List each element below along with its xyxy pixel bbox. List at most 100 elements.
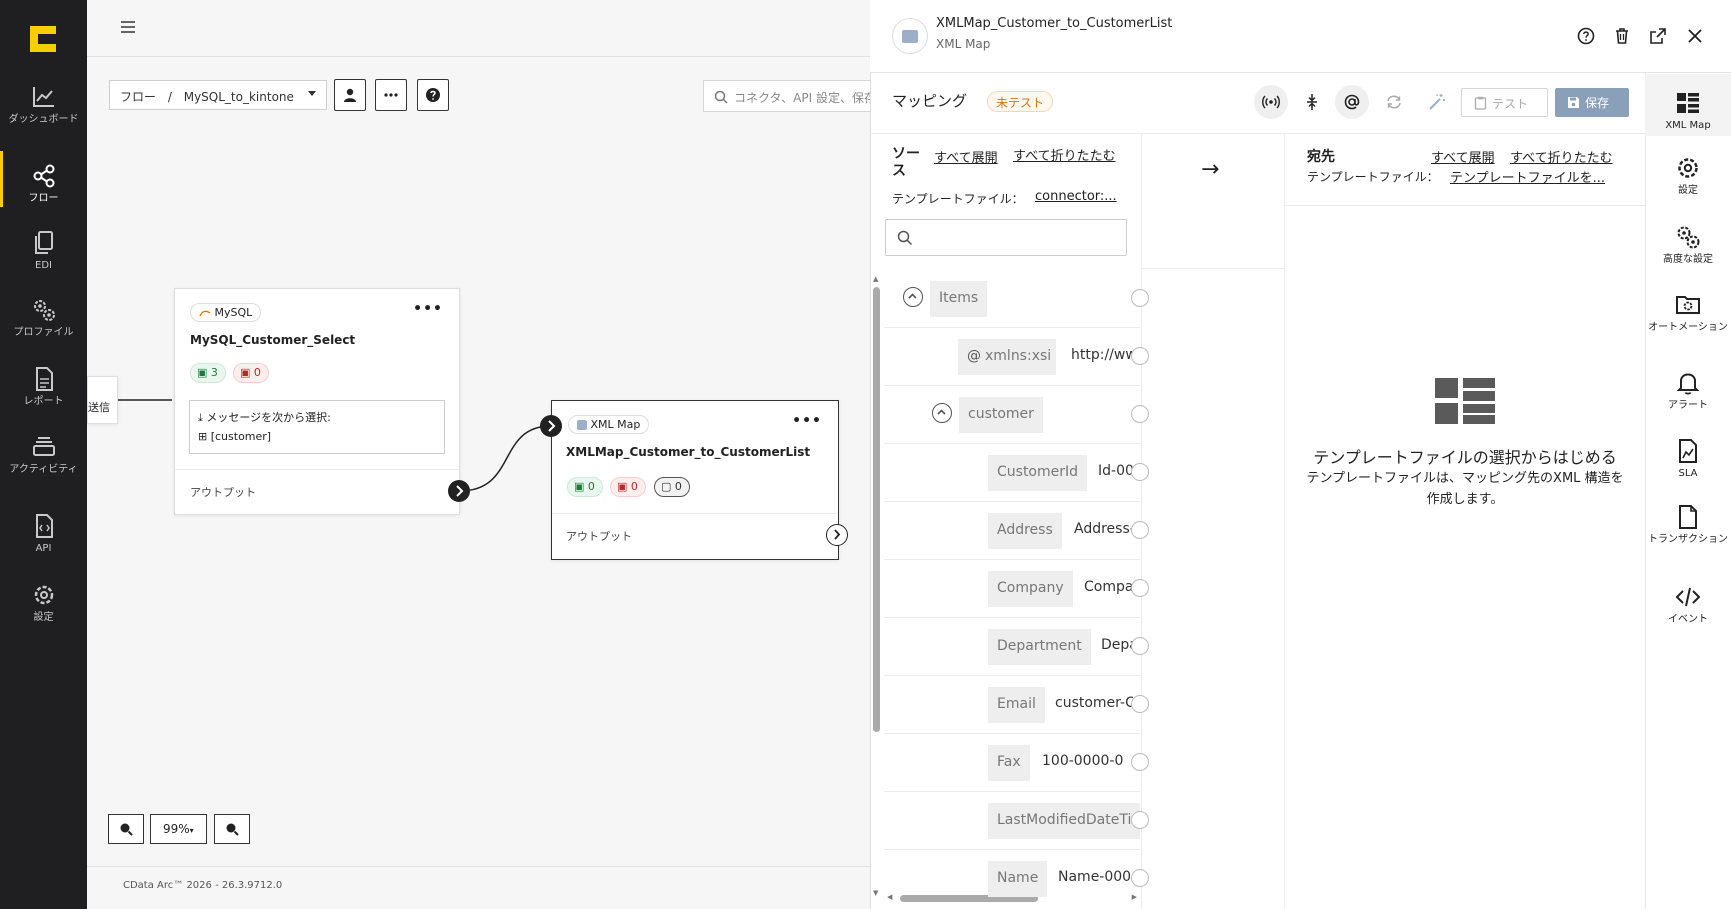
tree-row-email[interactable]: Email customer-C [884,676,1149,734]
tree-row-xmlns-xsi[interactable]: @ xmlns:xsi http://ww [884,328,1149,386]
tree-tag[interactable]: Email [988,687,1045,723]
flow-breadcrumb[interactable]: フロー / MySQL_to_kintone [109,80,327,110]
attribute-button[interactable] [1335,85,1369,119]
tree-tag[interactable]: Company [988,571,1073,607]
source-vertical-scrollbar[interactable]: ▲ ▼ [872,275,880,897]
tree-row-items[interactable]: Items [884,270,1149,328]
mysql-output-port[interactable] [448,480,470,502]
save-button[interactable]: 保存 [1555,88,1629,117]
success-count-badge[interactable]: ▣ 0 [567,477,603,497]
nav-item-edi[interactable]: EDI [0,230,87,292]
tree-row-company[interactable]: Company Compa [884,560,1149,618]
rail-item-sla[interactable]: SLA [1645,438,1731,479]
map-radio[interactable] [1131,347,1149,365]
error-count-badge[interactable]: ▣ 0 [233,363,269,383]
collapse-vertical-button[interactable] [1295,85,1329,119]
source-collapse-all-link[interactable]: すべて折りたたむ [1013,147,1135,167]
map-radio[interactable] [1131,869,1149,887]
breadcrumb-flow-name[interactable]: MySQL_to_kintone [184,90,294,104]
tree-tag[interactable]: Name [988,861,1048,897]
help-button[interactable] [417,79,449,111]
nav-item-flow[interactable]: フロー [0,151,87,225]
destination-expand-all-link[interactable]: すべて展開 [1431,147,1495,166]
breadcrumb-root[interactable]: フロー [120,90,156,104]
open-external-icon[interactable] [1647,25,1669,47]
source-search-input[interactable] [885,219,1127,256]
nav-item-api[interactable]: API [0,513,87,575]
rail-item-settings[interactable]: 設定 [1645,155,1731,196]
canvas-search-input[interactable]: コネクタ、API 設定、保存 [703,80,870,112]
broadcast-button[interactable] [1254,85,1288,119]
source-expand-all-link[interactable]: すべて展開 [934,147,998,166]
map-radio[interactable] [1131,405,1149,423]
error-count-badge[interactable]: ▣ 0 [610,477,646,497]
input-selector[interactable]: ⤓ メッセージを次から選択: ⊞ [customer] [189,400,445,454]
pending-count-badge[interactable]: ▢ 0 [654,477,690,497]
more-options-button[interactable] [375,79,407,111]
xml-output-port[interactable] [826,524,848,546]
node-mysql[interactable]: MySQL ••• MySQL_Customer_Select ▣ 3 ▣ 0 … [174,288,460,515]
tree-tag[interactable]: Items [930,281,988,317]
nav-item-profile[interactable]: プロファイル [0,297,87,359]
refresh-button[interactable] [1377,85,1411,119]
destination-template-link[interactable]: テンプレートファイルを... [1450,167,1618,186]
node-xml-map[interactable]: XML Map ••• XMLMap_Customer_to_CustomerL… [551,400,839,560]
map-radio[interactable] [1131,811,1149,829]
map-radio[interactable] [1131,637,1149,655]
node-menu-icon[interactable]: ••• [792,413,822,429]
node-menu-icon[interactable]: ••• [413,301,443,317]
hamburger-menu-icon[interactable] [120,19,136,35]
help-icon[interactable] [1575,25,1597,47]
user-button[interactable] [334,79,366,111]
partial-node-send[interactable]: 送信 [87,376,118,424]
scroll-up-arrow-icon[interactable]: ▲ [873,275,878,283]
nav-item-settings[interactable]: 設定 [0,582,87,644]
tree-tag[interactable]: LastModifiedDateTim [988,803,1140,839]
tree-row-lastmodified[interactable]: LastModifiedDateTim [884,792,1149,850]
map-radio[interactable] [1131,753,1149,771]
tree-tag[interactable]: Address [988,513,1062,549]
map-radio[interactable] [1131,289,1149,307]
collapse-toggle-icon[interactable] [903,287,923,307]
rail-item-events[interactable]: イベント [1645,584,1731,625]
map-radio[interactable] [1131,579,1149,597]
tree-row-address[interactable]: Address Address- [884,502,1149,560]
tree-tag[interactable]: Department [988,629,1091,665]
rail-item-transaction[interactable]: トランザクション [1645,504,1731,545]
tree-tag[interactable]: CustomerId [988,455,1088,491]
auto-map-button[interactable] [1420,85,1454,119]
folder-gear-icon [1676,296,1700,314]
scrollbar-thumb[interactable] [873,287,880,732]
rail-item-advanced-settings[interactable]: 高度な設定 [1645,224,1731,265]
tree-row-fax[interactable]: Fax 100-0000-0 [884,734,1149,792]
trash-icon[interactable] [1611,25,1633,47]
collapse-toggle-icon[interactable] [932,403,952,423]
destination-collapse-all-link[interactable]: すべて折りたたむ [1510,147,1613,166]
cdata-logo[interactable] [28,24,58,54]
nav-item-dashboard[interactable]: ダッシュボード [0,84,87,146]
success-count-badge[interactable]: ▣ 3 [190,363,226,383]
zoom-in-button[interactable] [108,814,144,844]
zoom-level-select[interactable]: 99%▾ [150,814,207,844]
nav-item-activity[interactable]: アクティビティ [0,434,87,496]
source-template-link[interactable]: connector:... [1035,189,1117,204]
test-button[interactable]: テスト [1461,88,1548,117]
rail-item-automation[interactable]: オートメーション [1645,292,1731,333]
nav-item-report[interactable]: レポート [0,366,87,428]
map-radio[interactable] [1131,521,1149,539]
xml-input-port[interactable] [540,415,562,437]
scroll-down-arrow-icon[interactable]: ▼ [873,889,878,897]
tree-row-name[interactable]: Name Name-000 [884,850,1149,908]
tree-tag[interactable]: @ xmlns:xsi [958,339,1056,375]
map-radio[interactable] [1131,463,1149,481]
map-radio[interactable] [1131,695,1149,713]
rail-item-alert[interactable]: アラート [1645,370,1731,411]
tree-tag[interactable]: Fax [988,745,1030,781]
tree-row-customerid[interactable]: CustomerId Id-00 [884,444,1149,502]
close-icon[interactable] [1684,25,1706,47]
rail-item-xml-map[interactable]: XML Map [1645,74,1731,136]
tree-tag[interactable]: customer [959,397,1043,433]
zoom-out-button[interactable] [214,814,250,844]
tree-row-customer[interactable]: customer [884,386,1149,444]
tree-row-department[interactable]: Department Depa [884,618,1149,676]
